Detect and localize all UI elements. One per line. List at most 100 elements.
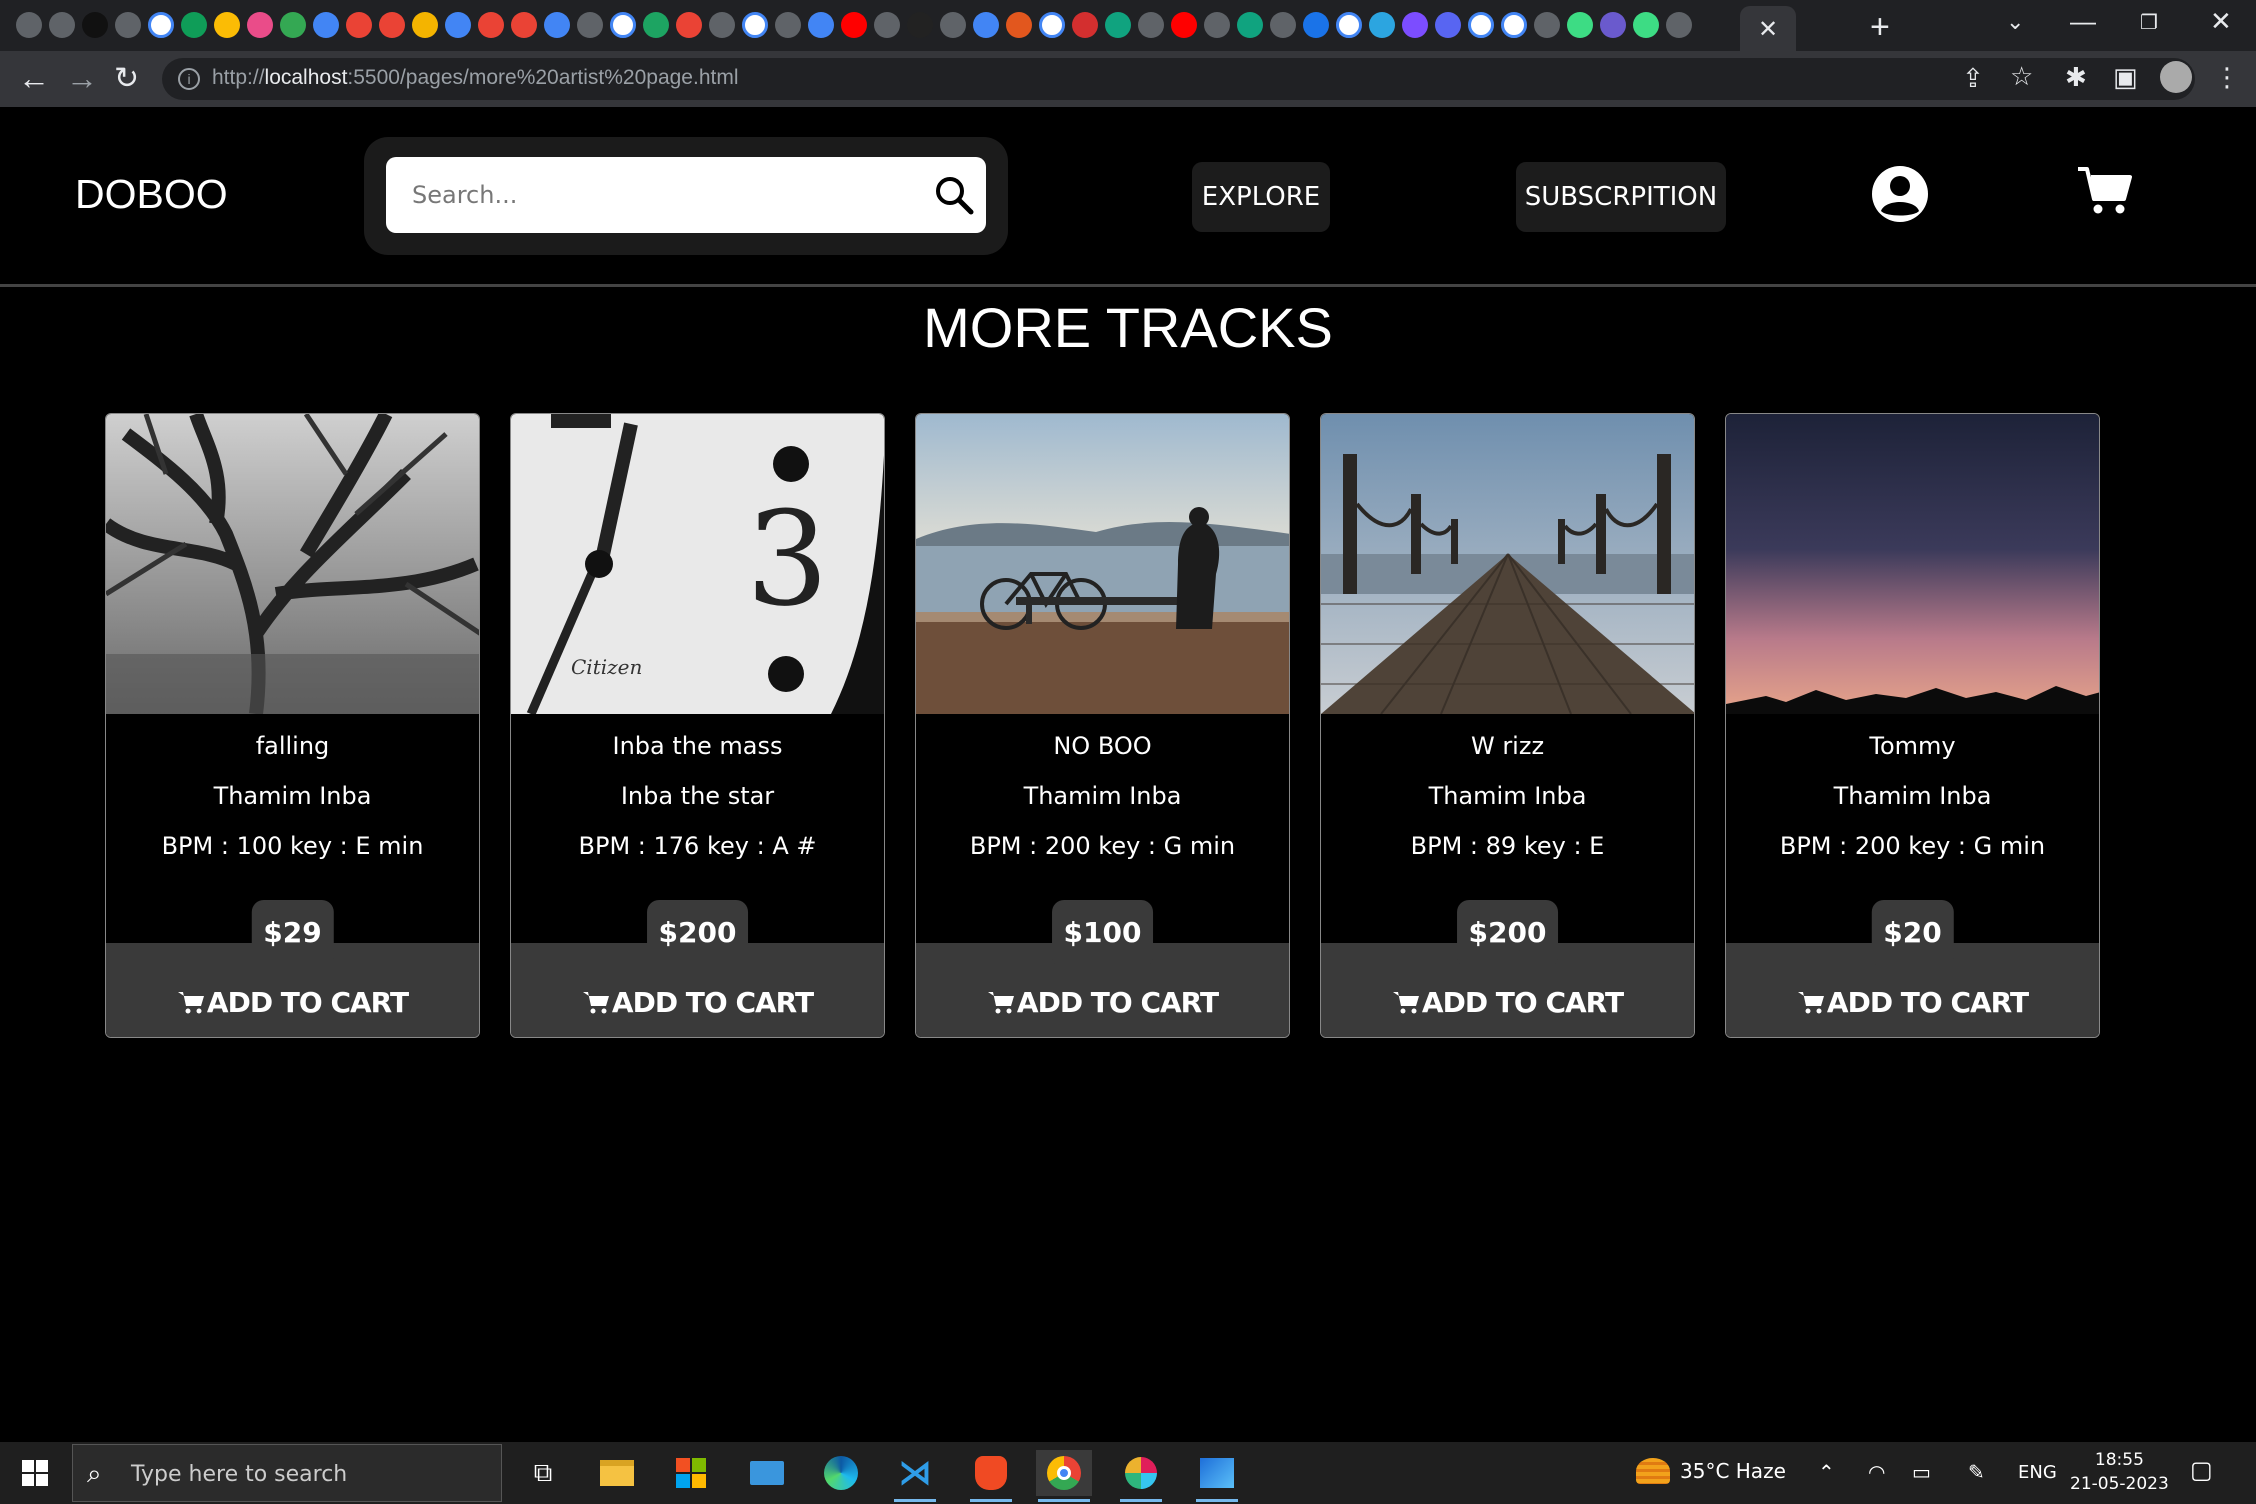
taskbar-search[interactable]: ⌕ Type here to search (72, 1444, 502, 1502)
system-clock[interactable]: 18:55 21-05-2023 (2070, 1448, 2169, 1496)
slack-icon[interactable] (1118, 1450, 1164, 1502)
track-artist[interactable]: Inba the star (511, 782, 884, 810)
task-view-icon[interactable]: ⧉ (520, 1450, 566, 1496)
tab-favicon-icon[interactable] (1435, 12, 1461, 38)
tab-favicon-icon[interactable] (1567, 12, 1593, 38)
tab-favicon-icon[interactable] (1534, 12, 1560, 38)
track-card[interactable]: W rizz Thamim Inba BPM : 89 key : E ADD … (1320, 413, 1695, 1038)
tab-favicon-icon[interactable] (1402, 12, 1428, 38)
address-bar[interactable]: i http://localhost:5500/pages/more%20art… (162, 58, 2195, 100)
track-card[interactable]: Tommy Thamim Inba BPM : 200 key : G min … (1725, 413, 2100, 1038)
track-card[interactable]: 3 Citizen Inba the mass Inba the star BP… (510, 413, 885, 1038)
store-icon[interactable] (668, 1450, 714, 1496)
tray-overflow-icon[interactable]: ⌃ (1818, 1460, 1835, 1484)
notifications-icon[interactable]: ▢ (2190, 1456, 2213, 1484)
track-artist[interactable]: Thamim Inba (1726, 782, 2099, 810)
forward-icon[interactable]: → (66, 60, 98, 97)
windows-start-icon[interactable] (22, 1460, 48, 1486)
minimize-icon[interactable]: — (2070, 6, 2096, 37)
search-input[interactable] (386, 157, 986, 233)
site-logo[interactable]: DOBOO (75, 171, 228, 218)
tab-favicon-icon[interactable] (181, 12, 207, 38)
tab-favicon-icon[interactable] (247, 12, 273, 38)
tab-favicon-icon[interactable] (478, 12, 504, 38)
new-tab-button[interactable]: + (1870, 8, 1890, 47)
network-icon[interactable]: ◠ (1868, 1460, 1885, 1484)
track-artist[interactable]: Thamim Inba (916, 782, 1289, 810)
tab-favicon-icon[interactable] (1204, 12, 1230, 38)
url-text[interactable]: http://localhost:5500/pages/more%20artis… (212, 66, 739, 90)
profile-avatar[interactable] (2160, 61, 2192, 93)
tab-favicon-icon[interactable] (1369, 12, 1395, 38)
tab-favicon-icon[interactable] (280, 12, 306, 38)
pen-icon[interactable]: ✎ (1968, 1460, 1985, 1484)
tab-favicon-icon[interactable] (1336, 12, 1362, 38)
tab-favicon-icon[interactable] (1633, 12, 1659, 38)
side-panel-icon[interactable]: ▣ (2113, 63, 2138, 93)
tab-favicon-icon[interactable] (874, 12, 900, 38)
track-title[interactable]: Tommy (1726, 732, 2099, 760)
tab-favicon-icon[interactable] (49, 12, 75, 38)
close-tab-icon[interactable]: ✕ (1758, 15, 1778, 43)
nav-explore-button[interactable]: EXPLORE (1192, 162, 1330, 232)
cart-icon[interactable] (2076, 163, 2132, 219)
tab-favicon-icon[interactable] (1468, 12, 1494, 38)
tab-favicon-icon[interactable] (940, 12, 966, 38)
tab-favicon-icon[interactable] (544, 12, 570, 38)
chrome-icon[interactable] (1036, 1450, 1092, 1502)
share-icon[interactable]: ⇪ (1962, 64, 1984, 94)
tab-favicon-icon[interactable] (907, 12, 933, 38)
tab-favicon-icon[interactable] (1138, 12, 1164, 38)
tab-favicon-icon[interactable] (643, 12, 669, 38)
tab-favicon-icon[interactable] (313, 12, 339, 38)
tab-search-icon[interactable]: ⌄ (2006, 10, 2024, 35)
tab-favicon-icon[interactable] (808, 12, 834, 38)
tab-favicon-icon[interactable] (1072, 12, 1098, 38)
track-artist[interactable]: Thamim Inba (1321, 782, 1694, 810)
tab-favicon-icon[interactable] (1666, 12, 1692, 38)
file-explorer-icon[interactable] (594, 1450, 640, 1496)
tab-favicon-icon[interactable] (1270, 12, 1296, 38)
tab-favicon-icon[interactable] (1303, 12, 1329, 38)
extensions-icon[interactable]: ✱ (2065, 63, 2087, 93)
site-info-icon[interactable]: i (178, 68, 200, 90)
tab-favicon-icon[interactable] (445, 12, 471, 38)
track-card[interactable]: NO BOO Thamim Inba BPM : 200 key : G min… (915, 413, 1290, 1038)
track-title[interactable]: falling (106, 732, 479, 760)
restore-icon[interactable]: ❐ (2140, 10, 2158, 35)
photos-icon[interactable] (1194, 1450, 1240, 1502)
tab-favicon-icon[interactable] (841, 12, 867, 38)
tab-favicon-icon[interactable] (610, 12, 636, 38)
active-tab[interactable]: ✕ (1740, 6, 1796, 51)
tab-favicon-icon[interactable] (1006, 12, 1032, 38)
tab-favicon-icon[interactable] (412, 12, 438, 38)
language-indicator[interactable]: ENG (2018, 1462, 2057, 1483)
nav-subscription-button[interactable]: SUBSCRPITION (1516, 162, 1726, 232)
reload-icon[interactable]: ↻ (114, 61, 139, 96)
mail-icon[interactable] (744, 1450, 790, 1496)
tab-favicon-icon[interactable] (214, 12, 240, 38)
battery-icon[interactable]: ▭ (1912, 1460, 1931, 1484)
tab-favicon-icon[interactable] (82, 12, 108, 38)
search-icon[interactable] (934, 175, 974, 215)
track-title[interactable]: Inba the mass (511, 732, 884, 760)
track-card[interactable]: falling Thamim Inba BPM : 100 key : E mi… (105, 413, 480, 1038)
back-icon[interactable]: ← (18, 60, 50, 97)
weather-widget[interactable]: 35°C Haze (1636, 1458, 1786, 1484)
bookmark-star-icon[interactable]: ☆ (2010, 62, 2033, 92)
tab-favicon-icon[interactable] (676, 12, 702, 38)
tab-favicon-icon[interactable] (1600, 12, 1626, 38)
tab-favicon-icon[interactable] (775, 12, 801, 38)
tab-favicon-icon[interactable] (16, 12, 42, 38)
tab-favicon-icon[interactable] (1501, 12, 1527, 38)
vscode-icon[interactable]: ⋊ (892, 1450, 938, 1502)
tab-favicon-icon[interactable] (577, 12, 603, 38)
tab-favicon-icon[interactable] (1105, 12, 1131, 38)
browser-menu-icon[interactable]: ⋮ (2214, 63, 2240, 93)
tab-favicon-icon[interactable] (973, 12, 999, 38)
tab-favicon-icon[interactable] (709, 12, 735, 38)
tab-favicon-icon[interactable] (742, 12, 768, 38)
brave-icon[interactable] (968, 1450, 1014, 1502)
user-account-icon[interactable] (1870, 164, 1930, 224)
tab-favicon-icon[interactable] (346, 12, 372, 38)
